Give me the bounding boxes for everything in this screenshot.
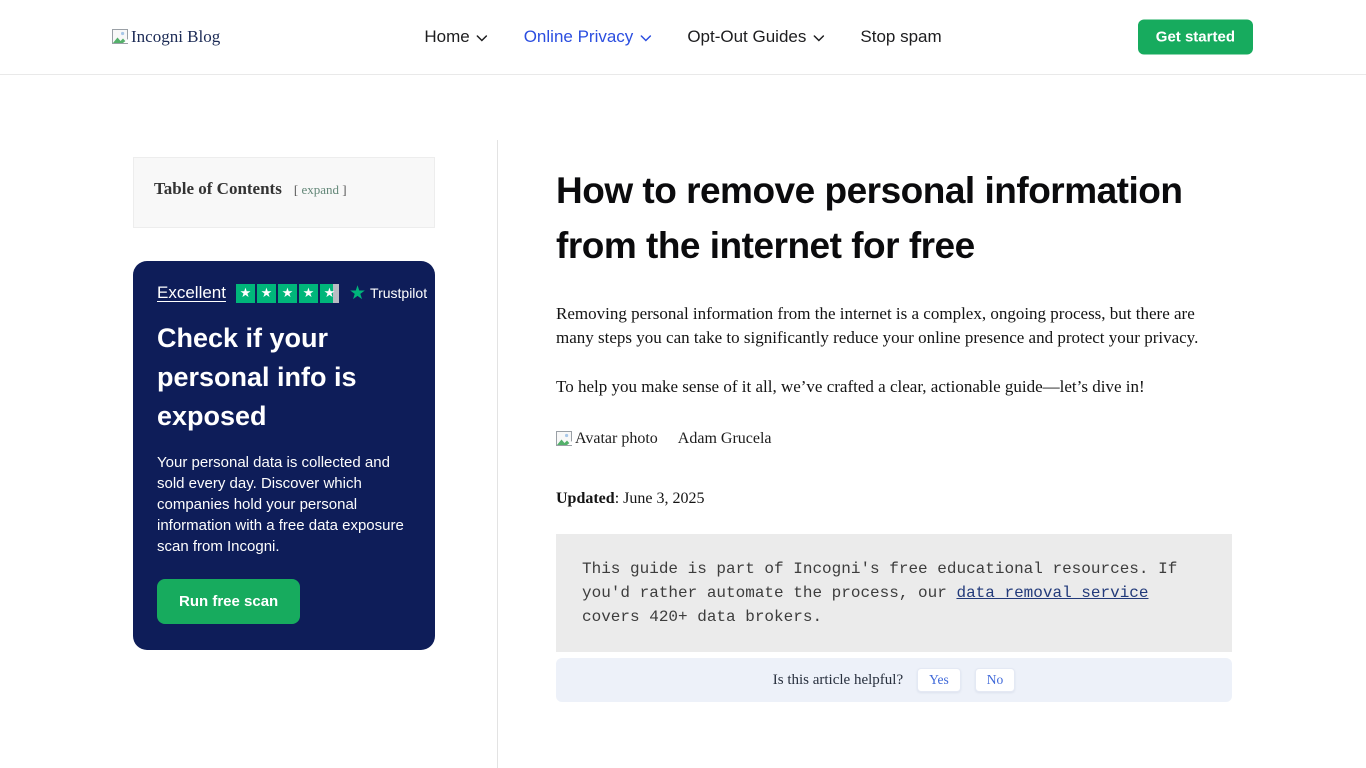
star-half-icon: ★: [319, 283, 339, 303]
star-icon: ★: [235, 283, 255, 303]
star-icon: ★: [256, 283, 276, 303]
toc-bracket-open: [: [293, 182, 299, 197]
table-of-contents: Table of Contents [ expand ]: [133, 157, 435, 228]
author-name: Adam Grucela: [677, 430, 772, 447]
feedback-question: Is this article helpful?: [772, 671, 904, 688]
editorial-note: This guide is part of Incogni's free edu…: [556, 534, 1232, 652]
broken-image-icon: [556, 430, 573, 448]
site-header: Incogni Blog Home Online Privacy Opt-Out…: [0, 0, 1366, 75]
star-icon: ★: [277, 283, 297, 303]
trustpilot-rating-link[interactable]: Excellent ★ ★ ★ ★ ★ ★ Trustpilot: [157, 283, 427, 303]
updated-date: : June 3, 2025: [614, 490, 705, 507]
get-started-button[interactable]: Get started: [1137, 19, 1253, 55]
nav-item-label: Opt-Out Guides: [687, 27, 807, 46]
nav-item-stop-spam[interactable]: Stop spam: [860, 27, 941, 47]
trustpilot-logo: ★ Trustpilot: [348, 281, 428, 304]
nav-item-opt-out-guides[interactable]: Opt-Out Guides: [687, 27, 825, 47]
note-text-post: covers 420+ data brokers.: [582, 608, 823, 626]
data-removal-service-link[interactable]: data removal service: [956, 584, 1148, 602]
trustpilot-rating-label: Excellent: [157, 283, 226, 302]
column-divider: [497, 140, 498, 768]
feedback-yes-button[interactable]: Yes: [917, 668, 961, 692]
nav-item-label: Online Privacy: [523, 27, 634, 46]
star-icon: ★: [298, 283, 318, 303]
updated-row: Updated: June 3, 2025: [556, 490, 1232, 508]
page: Incogni Blog Home Online Privacy Opt-Out…: [0, 0, 1366, 768]
toc-bracket-close: ]: [342, 182, 347, 197]
site-logo-alt-text: Incogni Blog: [131, 27, 221, 46]
feedback-bar: Is this article helpful? Yes No: [556, 658, 1232, 702]
promo-heading: Check if your personal info is exposed: [157, 323, 357, 431]
author-row: Avatar photo Adam Grucela: [556, 430, 1232, 448]
main-nav: Home Online Privacy Opt-Out Guides Stop …: [424, 0, 941, 74]
page-title: How to remove personal information from …: [556, 170, 1183, 266]
chevron-down-icon: [476, 34, 488, 42]
toc-expand-link[interactable]: expand: [301, 182, 339, 197]
run-free-scan-button[interactable]: Run free scan: [157, 579, 301, 624]
feedback-no-button[interactable]: No: [974, 668, 1016, 692]
trustpilot-stars: ★ ★ ★ ★ ★: [235, 283, 339, 303]
broken-image-icon: [112, 28, 129, 46]
sidebar: Table of Contents [ expand ] Excellent ★…: [133, 157, 435, 650]
toc-title: Table of Contents: [154, 179, 282, 198]
nav-item-label: Home: [424, 27, 470, 46]
intro-paragraph-1: Removing personal information from the i…: [556, 304, 1199, 347]
toc-expand-control: [ expand ]: [294, 182, 347, 197]
updated-label: Updated: [556, 490, 615, 507]
promo-card: Excellent ★ ★ ★ ★ ★ ★ Trustpilot Check i…: [133, 261, 435, 650]
trustpilot-star-icon: ★: [348, 281, 367, 304]
trustpilot-logo-text: Trustpilot: [370, 285, 428, 301]
intro-paragraph-2: To help you make sense of it all, we’ve …: [556, 377, 1145, 396]
avatar-alt-text: Avatar photo: [575, 430, 658, 447]
nav-item-home[interactable]: Home: [424, 27, 488, 47]
site-logo-link[interactable]: Incogni Blog: [112, 27, 220, 47]
article: How to remove personal information from …: [556, 75, 1232, 702]
chevron-down-icon: [640, 34, 652, 42]
nav-item-online-privacy[interactable]: Online Privacy: [524, 27, 652, 47]
promo-body: Your personal data is collected and sold…: [157, 454, 404, 555]
nav-item-label: Stop spam: [860, 27, 942, 46]
chevron-down-icon: [813, 34, 825, 42]
